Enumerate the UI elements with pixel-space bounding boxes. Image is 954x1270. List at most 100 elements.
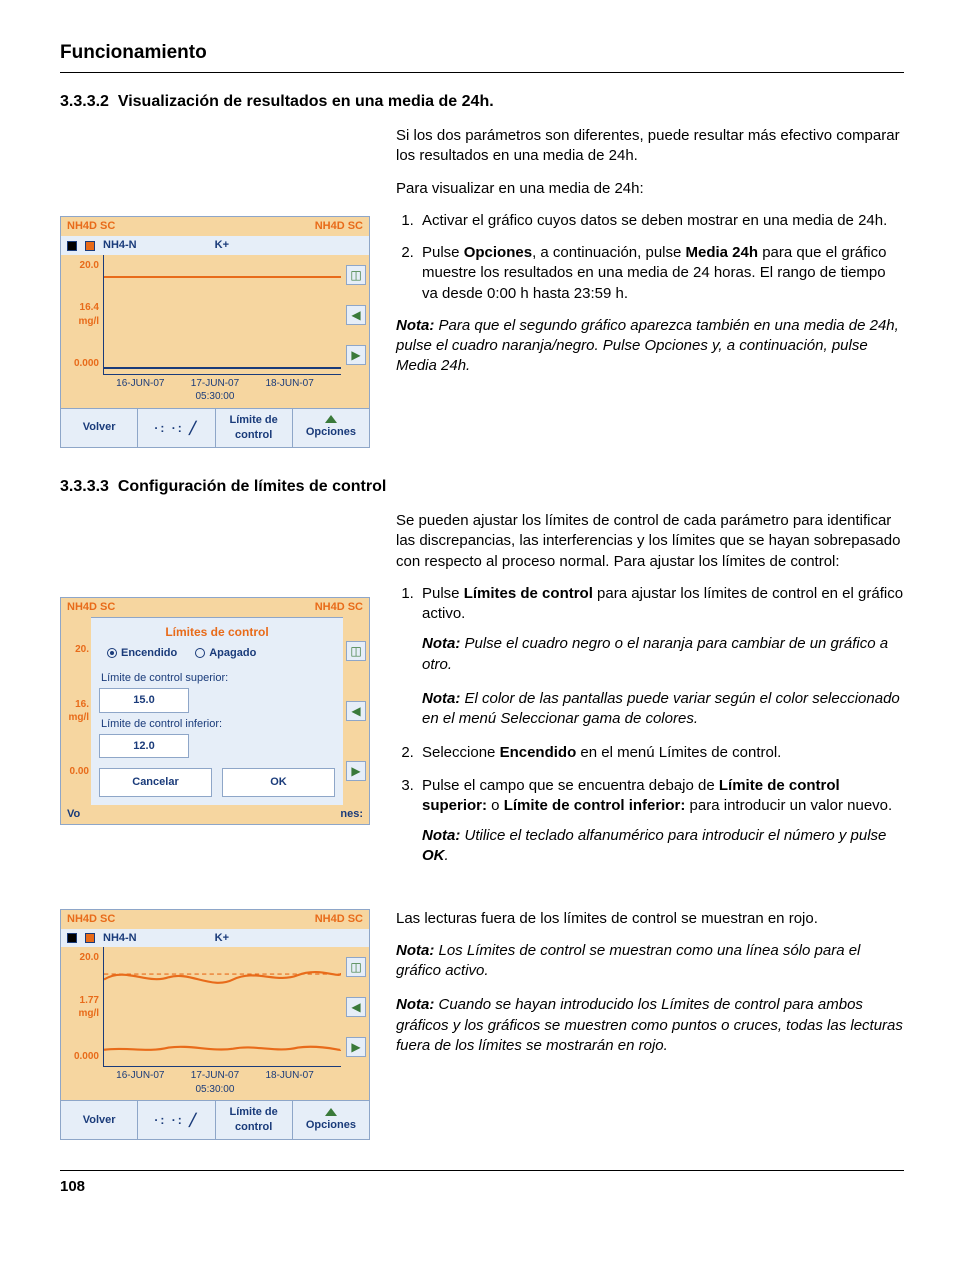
screenshot-media-24h: NH4D SC NH4D SC NH4-N K+ 20.0 16.4mg/l 0…	[60, 216, 370, 447]
note-label: Nota:	[422, 827, 460, 844]
sensor-icon[interactable]: ◫	[346, 265, 366, 285]
options-label: Opciones	[306, 425, 356, 440]
shot1-nh4n: NH4-N	[103, 238, 137, 253]
style-button[interactable]: ·: ·: ╱	[138, 409, 215, 447]
upper-limit-field[interactable]: 15.0	[99, 688, 189, 713]
lower-bold: Límite de control inferior:	[504, 797, 686, 814]
lower-limit-field[interactable]: 12.0	[99, 734, 189, 759]
intro-3333: Se pueden ajustar los límites de control…	[396, 511, 904, 572]
t: Seleccione	[422, 744, 500, 761]
note-2: Nota: El color de las pantallas puede va…	[422, 689, 904, 730]
y-mid: 1.77	[80, 995, 99, 1006]
section-3333-heading: 3.3.3.3 Configuración de límites de cont…	[60, 476, 904, 498]
page-number: 108	[60, 1177, 904, 1197]
step-3: Pulse el campo que se encuentra debajo d…	[418, 776, 904, 867]
lower-limit-label: Límite de control inferior:	[99, 713, 335, 734]
back-button[interactable]: Volver	[61, 1101, 138, 1139]
ok-button[interactable]: OK	[222, 768, 335, 797]
x2b: 05:30:00	[196, 391, 235, 402]
note-label: Nota:	[396, 317, 434, 334]
square-orange-icon[interactable]	[85, 241, 95, 251]
upper-limit-label: Límite de control superior:	[99, 667, 335, 688]
note-label: Nota:	[396, 942, 434, 959]
control-limit-button[interactable]: Límite de control	[216, 409, 293, 447]
x2a: 17-JUN-07	[191, 1070, 239, 1081]
y-unit: mg/l	[68, 712, 89, 723]
x2b: 05:30:00	[196, 1084, 235, 1095]
result-para: Las lecturas fuera de los límites de con…	[396, 909, 904, 929]
x1: 16-JUN-07	[116, 1069, 164, 1096]
note-3: Nota: Utilice el teclado alfanumérico pa…	[422, 826, 904, 867]
square-orange-icon[interactable]	[85, 933, 95, 943]
y-bot: 0.00	[63, 765, 89, 779]
back-button[interactable]: Volver	[61, 409, 138, 447]
note-text: Utilice el teclado alfanumérico para int…	[460, 827, 886, 844]
rule-bottom	[60, 1170, 904, 1171]
result-note-2: Nota: Cuando se hayan introducido los Lí…	[396, 995, 904, 1056]
shot3-nh4n: NH4-N	[103, 931, 137, 946]
arrow-left-icon[interactable]: ◀	[346, 701, 366, 721]
radio-apagado[interactable]: Apagado	[195, 646, 256, 661]
section-title: Visualización de resultados en una media…	[118, 93, 494, 110]
y-mid1: 16.	[75, 699, 89, 710]
x2a: 17-JUN-07	[191, 378, 239, 389]
series-nh4n-line	[104, 276, 341, 278]
series-kplus-line	[104, 367, 341, 369]
radio-encendido[interactable]: Encendido	[107, 646, 177, 661]
t: Pulse el campo que se encuentra debajo d…	[422, 777, 719, 794]
options-button[interactable]: Opciones	[293, 1101, 369, 1139]
opciones-bold: Opciones	[464, 244, 532, 261]
style-button[interactable]: ·: ·: ╱	[138, 1101, 215, 1139]
square-black-icon[interactable]	[67, 241, 77, 251]
plot-area-3	[103, 947, 341, 1067]
arrow-left-icon[interactable]: ◀	[346, 305, 366, 325]
vo-label: Vo	[67, 807, 80, 822]
note-1: Nota: Pulse el cuadro negro o el naranja…	[422, 634, 904, 675]
arrow-right-icon[interactable]: ▶	[346, 345, 366, 365]
y-bot: 0.000	[61, 357, 99, 371]
x3: 18-JUN-07	[265, 377, 313, 404]
screenshot-readings-red: NH4D SC NH4D SC NH4-N K+ 20.0 1.77mg/l 0…	[60, 909, 370, 1140]
note-label: Nota:	[422, 690, 460, 707]
t: , a continuación, pulse	[532, 244, 685, 261]
intro-p2: Para visualizar en una media de 24h:	[396, 179, 904, 199]
shot2-hdr-right: NH4D SC	[315, 600, 363, 615]
y-unit: mg/l	[78, 316, 99, 327]
radio-on-icon	[107, 648, 117, 658]
y-top: 20.	[63, 643, 89, 657]
screenshot-control-limits-dialog: NH4D SC NH4D SC 20. 16.mg/l 0.00 Límites…	[60, 597, 370, 825]
sensor-icon[interactable]: ◫	[346, 641, 366, 661]
note-text: Pulse el cuadro negro o el naranja para …	[422, 635, 888, 672]
ok-bold: OK	[422, 847, 445, 864]
sensor-icon[interactable]: ◫	[346, 957, 366, 977]
y-mid: 16.4	[80, 302, 99, 313]
square-black-icon[interactable]	[67, 933, 77, 943]
cancel-button[interactable]: Cancelar	[99, 768, 212, 797]
nes-label: nes:	[340, 807, 363, 822]
result-note-1: Nota: Los Límites de control se muestran…	[396, 941, 904, 982]
triangle-up-icon	[325, 1108, 337, 1116]
triangle-up-icon	[325, 415, 337, 423]
step-1: Activar el gráfico cuyos datos se deben …	[418, 211, 904, 231]
step-2: Pulse Opciones, a continuación, pulse Me…	[418, 243, 904, 304]
arrow-right-icon[interactable]: ▶	[346, 761, 366, 781]
options-button[interactable]: Opciones	[293, 409, 369, 447]
options-label: Opciones	[306, 1118, 356, 1133]
note-text: Los Límites de control se muestran como …	[396, 942, 860, 979]
limites-bold: Límites de control	[464, 585, 593, 602]
screenshot-1-slot: NH4D SC NH4D SC NH4-N K+ 20.0 16.4mg/l 0…	[60, 126, 370, 447]
control-limit-button[interactable]: Límite de control	[216, 1101, 293, 1139]
arrow-right-icon[interactable]: ▶	[346, 1037, 366, 1057]
section-3332-heading: 3.3.3.2 Visualización de resultados en u…	[60, 91, 904, 113]
arrow-left-icon[interactable]: ◀	[346, 997, 366, 1017]
section-title: Configuración de límites de control	[118, 478, 386, 495]
shot1-hdr-right: NH4D SC	[315, 219, 363, 234]
dots-line-icon: ·: ·: ╱	[154, 1112, 198, 1128]
shot1-hdr-left: NH4D SC	[67, 219, 115, 234]
t: o	[487, 797, 504, 814]
note-text: Para que el segundo gráfico aparezca tam…	[396, 317, 899, 375]
t: para introducir un valor nuevo.	[685, 797, 892, 814]
step-1: Pulse Límites de control para ajustar lo…	[418, 584, 904, 730]
x1: 16-JUN-07	[116, 377, 164, 404]
t: en el menú Límites de control.	[576, 744, 781, 761]
